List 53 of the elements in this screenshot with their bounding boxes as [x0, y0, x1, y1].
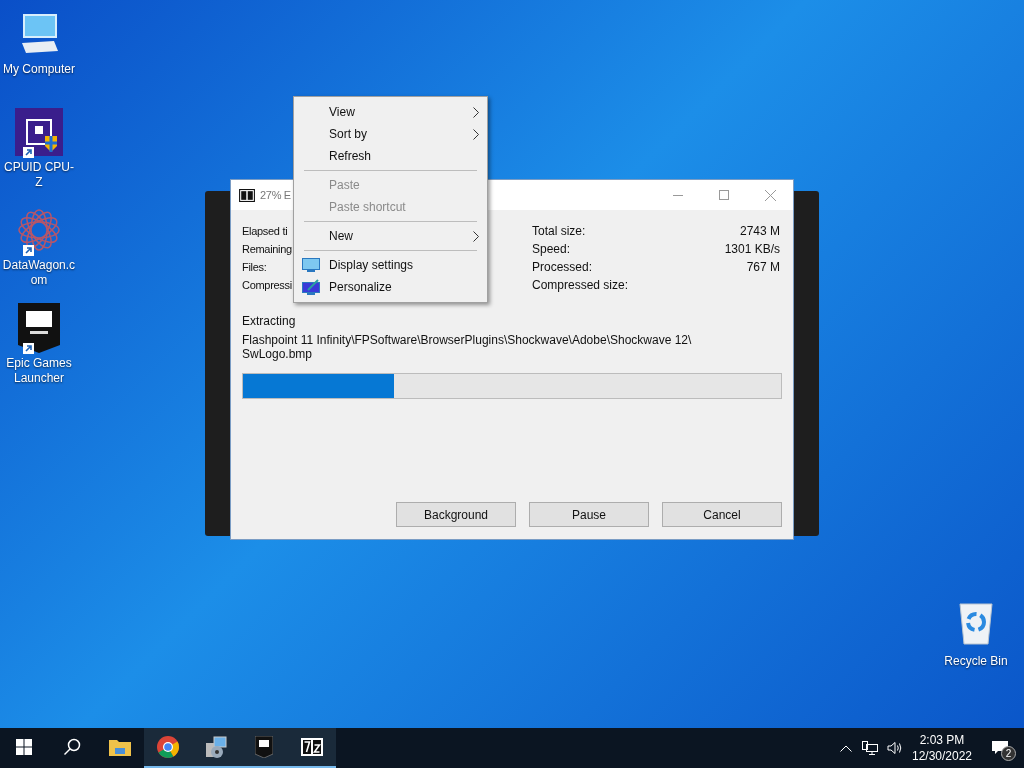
stat-label: Compressi — [242, 278, 292, 293]
desktop-icon-label[interactable]: CPUID CPU-Z — [1, 160, 77, 190]
file-path: SwLogo.bmp — [242, 347, 314, 361]
network-icon[interactable] — [862, 741, 878, 755]
menu-item[interactable]: Refresh — [294, 145, 487, 167]
stat-value: 767 M — [746, 259, 780, 276]
shield-icon — [18, 303, 60, 353]
chip-icon — [15, 108, 63, 156]
archive-icon[interactable] — [301, 738, 323, 756]
close-icon — [764, 189, 776, 201]
desktop-icon-label[interactable]: My Computer — [1, 62, 77, 77]
menu-item[interactable]: View — [294, 101, 487, 123]
stat-label: Files: — [242, 260, 267, 275]
taskbar-button[interactable] — [288, 728, 336, 768]
menu-item[interactable]: Display settings — [294, 254, 487, 276]
menu-item[interactable]: New — [294, 225, 487, 247]
dialog-button[interactable]: Background — [396, 502, 516, 527]
clock[interactable]: 2:03 PM 12/30/2022 — [908, 732, 976, 764]
menu-item[interactable]: Sort by — [294, 123, 487, 145]
desktop-icon-label[interactable]: Recycle Bin — [944, 652, 1008, 670]
monitor-icon — [302, 258, 320, 272]
stat-label: Total size: — [532, 223, 586, 240]
stat-label: Elapsed ti — [242, 224, 288, 239]
dialog-button[interactable]: Pause — [529, 502, 649, 527]
stat-label: Speed: — [532, 241, 571, 258]
stat-label: Compressed size: — [532, 277, 629, 294]
stat-value: 1301 KB/s — [724, 241, 780, 258]
maximize-icon — [719, 190, 729, 200]
status-text: Extracting — [242, 313, 297, 329]
installer-icon[interactable] — [204, 735, 228, 759]
flower-icon — [16, 207, 62, 253]
search-icon[interactable] — [63, 738, 81, 756]
windows-start-icon[interactable] — [16, 739, 32, 755]
folder-icon[interactable] — [109, 738, 131, 756]
paint-monitor-icon — [302, 279, 320, 295]
desktop-icon-label[interactable]: DataWagon.c om — [1, 258, 77, 288]
stat-value: 2743 M — [739, 223, 780, 240]
recycle-bin-icon — [956, 600, 996, 646]
desktop-icon-label[interactable]: Epic Games Launcher — [1, 356, 77, 386]
speaker-icon[interactable] — [887, 741, 903, 755]
minimize-icon — [673, 194, 683, 196]
notification-count-badge: 2 — [1001, 746, 1016, 761]
file-path: Flashpoint 11 Infinity\FPSoftware\BrowserPlugins\Shockwave\Adobe\Shockwave 12\ — [242, 333, 693, 347]
stat-label: Processed: — [532, 259, 593, 276]
archive-icon — [239, 188, 255, 202]
menu-item[interactable]: Personalize — [294, 276, 487, 298]
window-title: 27% E — [260, 187, 291, 203]
dialog-button[interactable]: Cancel — [662, 502, 782, 527]
shield-icon[interactable] — [255, 736, 273, 758]
chevron-up-icon[interactable] — [840, 744, 852, 752]
browser-icon[interactable] — [157, 736, 179, 758]
taskbar-button[interactable] — [144, 728, 192, 768]
stat-label: Remaining — [242, 242, 292, 257]
